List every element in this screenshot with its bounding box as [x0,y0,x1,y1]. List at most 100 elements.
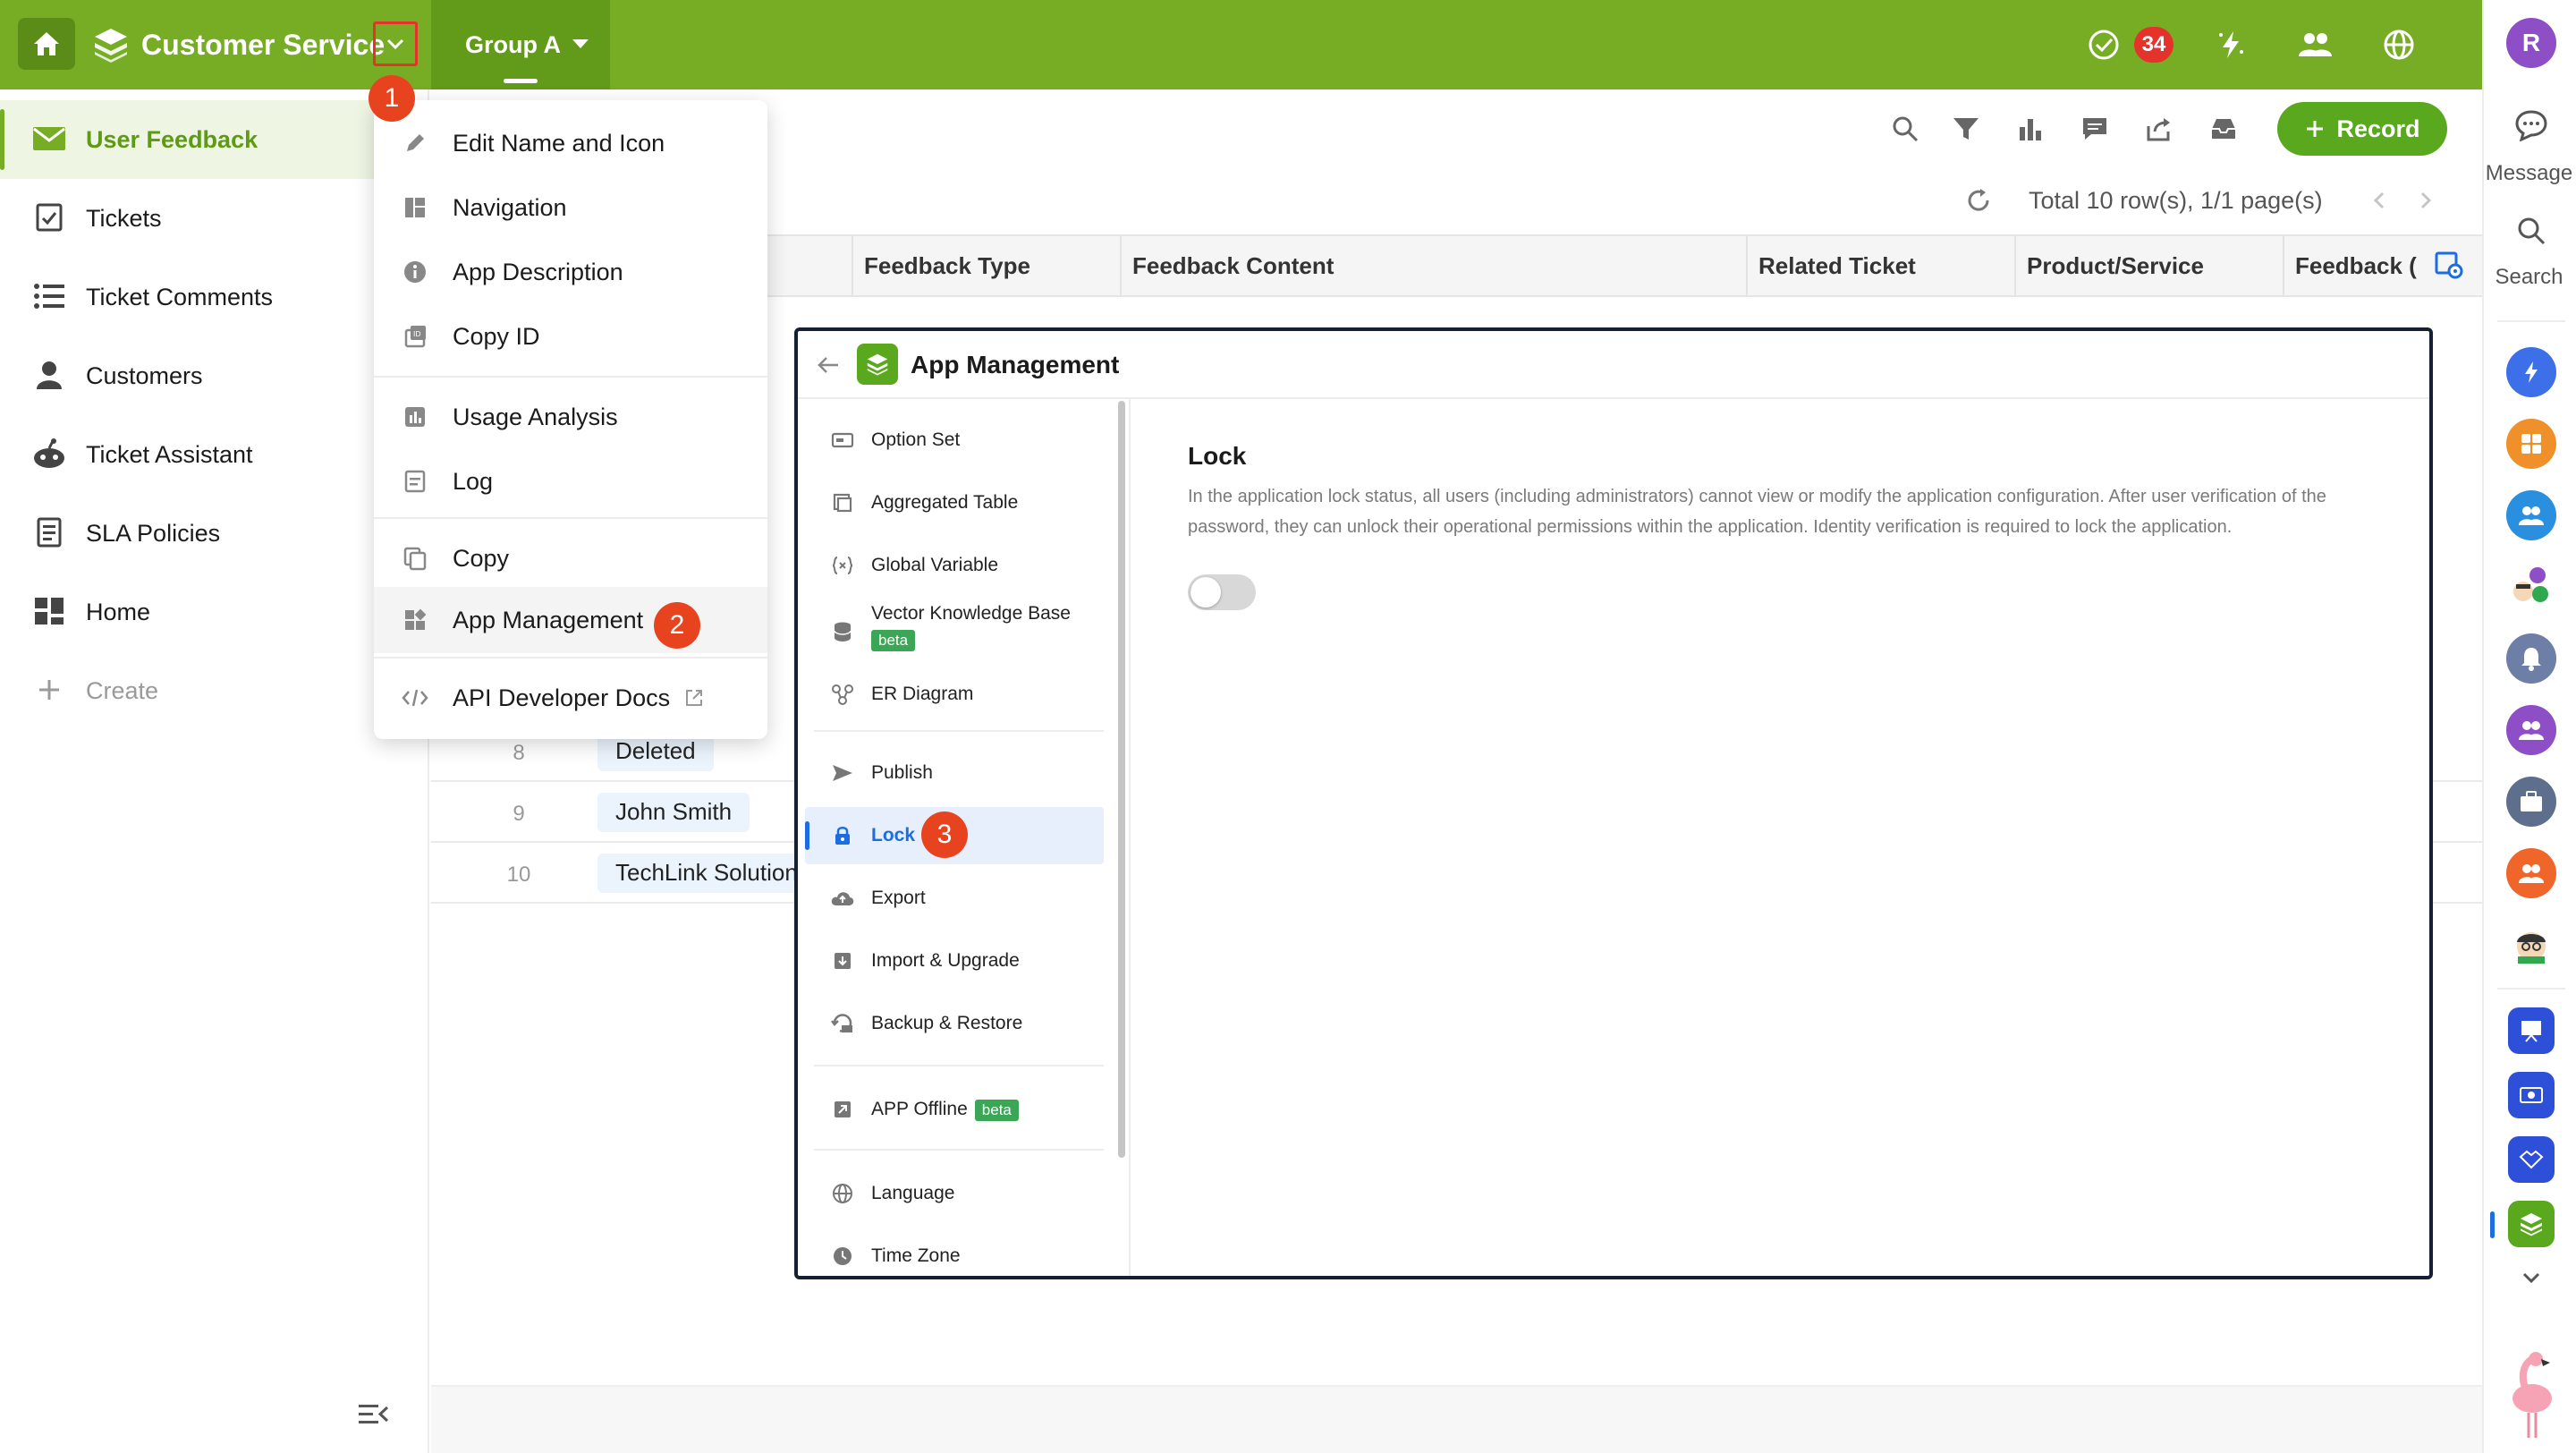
notification-bell-icon[interactable] [2506,633,2556,684]
column-header-related-ticket[interactable]: Related Ticket [1746,234,2014,297]
backup-restore-icon [830,1011,855,1036]
message-icon[interactable] [2513,107,2549,143]
menu-item-label: Export [871,888,926,908]
current-app-icon[interactable] [2508,1201,2555,1247]
column-settings-icon[interactable] [2431,247,2467,283]
members-icon[interactable] [2295,27,2334,63]
menu-item-copy-id[interactable]: ID Copy ID [374,304,767,369]
team-icon[interactable] [2506,490,2556,540]
search-icon[interactable] [2513,213,2549,249]
plus-icon [2307,121,2324,137]
sidebar-item-tickets[interactable]: Tickets [0,179,385,258]
menu-item-aggregated-table[interactable]: Aggregated Table [805,474,1104,531]
group-icon[interactable] [2506,705,2556,755]
presentation-app-icon[interactable] [2508,1007,2555,1054]
people-icon[interactable] [2506,848,2556,898]
list-icon [30,277,68,315]
search-icon[interactable] [1887,111,1923,147]
side-menu-scrollbar[interactable] [1118,401,1125,1158]
menu-item-time-zone[interactable]: Time Zone [805,1228,1104,1285]
column-header-product-service[interactable]: Product/Service [2014,234,2283,297]
row-number: 9 [513,802,525,826]
menu-item-label: Lock [871,825,916,845]
prev-page-icon[interactable] [2368,186,2390,215]
menu-divider [814,1149,1104,1151]
menu-item-import-and-upgrade[interactable]: Import & Upgrade [805,932,1104,990]
menu-item-label: API Developer Docs [453,684,671,711]
group-tab-label[interactable]: Group A [465,29,561,61]
menu-item-app-offline[interactable]: APP Offline beta [805,1081,1104,1138]
menu-item-navigation[interactable]: Navigation [374,175,767,240]
magic-flash-icon[interactable] [2213,27,2249,63]
menu-item-label: Navigation [453,194,567,221]
collapse-sidebar-icon[interactable] [356,1398,390,1432]
menu-item-app-description[interactable]: App Description [374,240,767,304]
menu-item-backup-and-restore[interactable]: Backup & Restore [805,995,1104,1052]
contacts-avatar-icon[interactable] [2506,562,2556,612]
comment-icon[interactable] [2077,111,2113,147]
inbox-icon[interactable] [2206,111,2241,147]
avatar-glasses-icon[interactable] [2506,920,2556,970]
menu-item-log[interactable]: Log [374,449,767,514]
menu-item-er-diagram[interactable]: ER Diagram [805,666,1104,723]
message-label[interactable]: Message [2482,161,2576,186]
briefcase-icon[interactable] [2506,777,2556,827]
sidebar-item-sla-policies[interactable]: SLA Policies [0,494,385,573]
menu-item-edit-name-and-icon[interactable]: Edit Name and Icon [374,111,767,175]
column-header-feedback-channel[interactable]: Feedback ( [2283,234,2435,297]
app-menu-chevron-button[interactable] [373,21,418,66]
globe-icon[interactable] [2381,27,2417,63]
search-label[interactable]: Search [2482,265,2576,290]
menu-item-option-set[interactable]: Option Set [805,412,1104,469]
user-avatar[interactable]: R [2506,18,2556,68]
chart-icon[interactable] [2012,111,2048,147]
refresh-icon[interactable] [1962,184,1995,217]
menu-item-api-developer-docs[interactable]: API Developer Docs [374,666,767,730]
table-footer [431,1385,2482,1453]
app-name[interactable]: Customer Service [141,25,385,64]
menu-item-publish[interactable]: Publish [805,744,1104,802]
document-icon [30,514,68,551]
menu-item-label: Log [453,468,494,495]
menu-item-label: Edit Name and Icon [453,130,665,157]
menu-item-app-management[interactable]: App Management [374,587,767,653]
menu-item-vector-knowledge-base[interactable]: Vector Knowledge Base beta [805,594,1104,666]
menu-item-global-variable[interactable]: Global Variable [805,537,1104,594]
rail-divider [2497,988,2565,990]
active-app-indicator [2490,1211,2495,1238]
app-management-icon [401,606,429,634]
id-card-icon: ID [401,322,429,351]
chevron-down-icon[interactable] [2519,1265,2544,1290]
menu-item-language[interactable]: Language [805,1165,1104,1222]
menu-item-export[interactable]: Export [805,870,1104,927]
sidebar-item-home[interactable]: Home [0,573,385,651]
handshake-app-icon[interactable] [2508,1136,2555,1183]
cash-app-icon[interactable] [2508,1072,2555,1118]
back-arrow-icon[interactable] [812,349,844,381]
table-cell-name[interactable]: TechLink Solution [597,854,796,893]
column-header-feedback-content[interactable]: Feedback Content [1120,234,1746,297]
sidebar-item-ticket-assistant[interactable]: Ticket Assistant [0,415,385,494]
home-button[interactable] [18,18,75,70]
filter-icon[interactable] [1948,111,1984,147]
sidebar-item-user-feedback[interactable]: User Feedback [0,100,385,179]
table-cell-name[interactable]: John Smith [597,793,750,832]
apps-grid-icon[interactable] [2506,419,2556,469]
dashboard-icon [30,592,68,630]
menu-item-copy[interactable]: Copy [374,526,767,591]
lock-toggle-switch[interactable] [1188,574,1256,610]
add-record-button[interactable]: Record [2277,102,2447,156]
column-header-feedback-type[interactable]: Feedback Type [852,234,1120,297]
sidebar-item-customers[interactable]: Customers [0,336,385,415]
sidebar-item-label: Tickets [86,205,162,232]
sidebar-item-ticket-comments[interactable]: Ticket Comments [0,258,385,336]
menu-item-label: Backup & Restore [871,1013,1023,1033]
todo-check-icon[interactable] [2086,27,2122,63]
next-page-icon[interactable] [2415,186,2436,215]
sidebar-create-button[interactable]: Create [0,651,385,730]
flamingo-mascot-icon [2501,1346,2563,1444]
import-icon [830,948,855,973]
menu-item-usage-analysis[interactable]: Usage Analysis [374,385,767,449]
share-icon[interactable] [2141,111,2177,147]
ai-assistant-icon[interactable] [2506,347,2556,397]
